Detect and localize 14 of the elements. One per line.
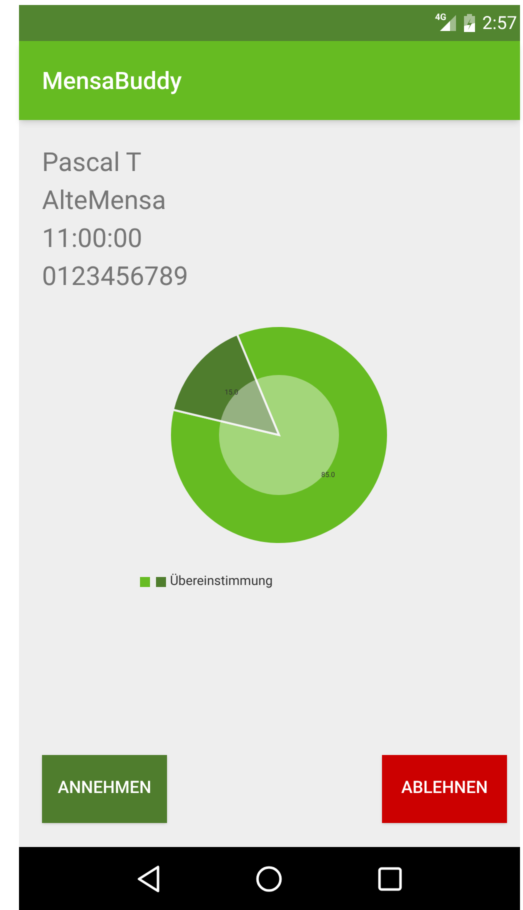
clock-time: 2:57 bbox=[482, 12, 517, 36]
reject-button[interactable]: ABLEHNEN bbox=[382, 755, 507, 823]
battery-icon bbox=[464, 14, 476, 32]
detail-text: 0123456789 bbox=[42, 261, 190, 294]
detail-text: AlteMensa bbox=[42, 185, 167, 218]
home-icon[interactable] bbox=[256, 866, 282, 892]
app-title: MensaBuddy bbox=[42, 66, 182, 96]
detail-text: Pascal T bbox=[42, 147, 142, 180]
accept-button[interactable]: ANNEHMEN bbox=[42, 755, 167, 823]
back-icon[interactable] bbox=[136, 864, 161, 892]
recents-icon[interactable] bbox=[378, 866, 402, 890]
detail-text: 11:00:00 bbox=[42, 223, 144, 256]
network-type: 4G bbox=[434, 12, 446, 25]
legend-label: Übereinstimmung bbox=[170, 572, 273, 591]
